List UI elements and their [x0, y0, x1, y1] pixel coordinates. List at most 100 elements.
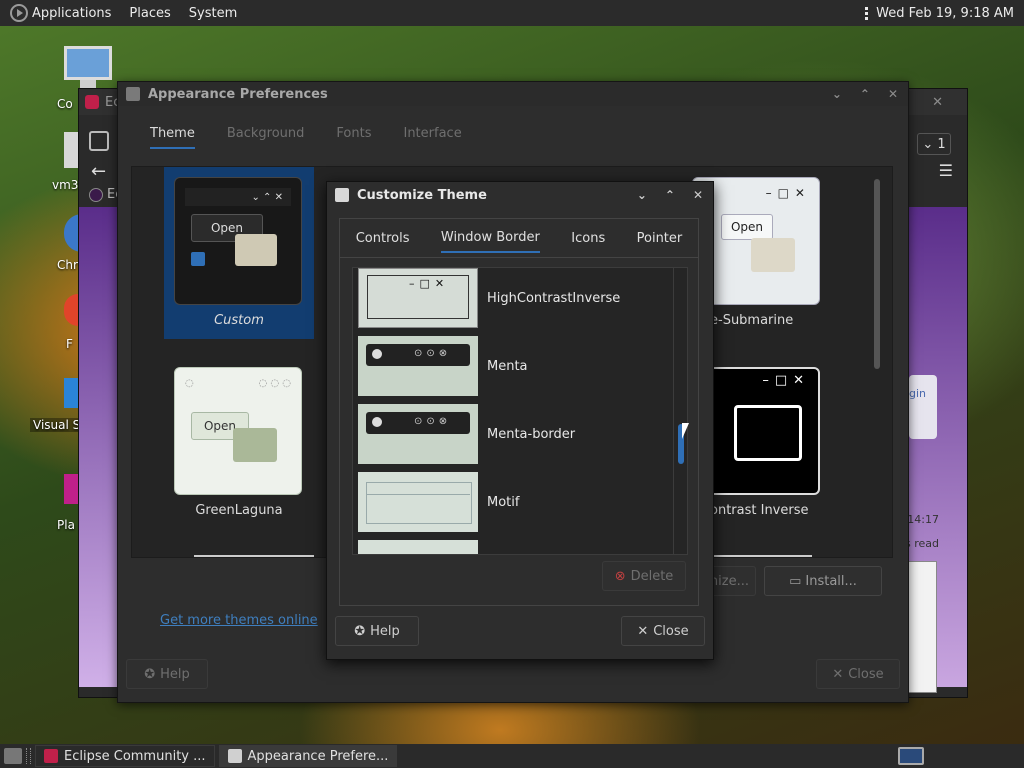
tab-theme[interactable]: Theme — [150, 122, 195, 149]
tab-controls[interactable]: Controls — [356, 225, 410, 252]
folder-icon — [751, 238, 795, 272]
taskbar: Eclipse Community ... Appearance Prefere… — [0, 744, 1024, 768]
maximize-icon[interactable]: ⌃ — [665, 188, 675, 202]
message-time: 14:17 — [907, 513, 939, 526]
theme-list-scrollbar[interactable] — [874, 179, 880, 369]
appearance-close-button[interactable]: ✕ Close — [816, 659, 900, 689]
install-icon: ▭ — [789, 573, 802, 589]
desktop-icon-label-firefox[interactable]: F — [66, 337, 73, 351]
clock[interactable]: Wed Feb 19, 9:18 AM — [876, 6, 1014, 21]
tab-icons[interactable]: Icons — [571, 225, 605, 252]
distro-logo-icon[interactable] — [10, 4, 28, 22]
menta-border-preview: ⊙⊙⊗ — [358, 404, 478, 464]
customize-titlebar[interactable]: Customize Theme ⌄ ⌃ ✕ — [327, 182, 713, 208]
install-button[interactable]: ▭ Install... — [764, 566, 882, 596]
window-border-scrollbar[interactable] — [673, 268, 687, 554]
install-label: Install... — [805, 573, 857, 589]
customize-help-button[interactable]: ✪ Help — [335, 616, 419, 646]
appearance-tabs: Theme Background Fonts Interface — [132, 122, 494, 149]
panel-menu-icon[interactable] — [865, 6, 869, 20]
appearance-task-icon — [227, 749, 242, 763]
folder-icon — [734, 405, 802, 461]
close-icon[interactable]: ✕ — [693, 188, 703, 202]
close-icon[interactable]: ✕ — [888, 87, 898, 101]
window-border-list: –□✕ HighContrastInverse ⊙⊙⊗ Menta ⊙⊙⊗ Me… — [352, 267, 688, 555]
appearance-titlebar[interactable]: Appearance Preferences ⌄ ⌃ ✕ — [118, 82, 908, 106]
help-icon: ✪ — [144, 666, 156, 682]
task-appearance-label: Appearance Prefere... — [247, 748, 389, 764]
desktop-icon-label-app[interactable]: Pla — [57, 518, 75, 532]
file-desktop-icon[interactable] — [64, 132, 78, 168]
list-item[interactable] — [358, 540, 678, 554]
preview-dot — [372, 349, 382, 359]
desktop-icon-label-vm[interactable]: vm3 — [52, 178, 78, 192]
menu-system[interactable]: System — [189, 6, 237, 21]
customize-title: Customize Theme — [357, 187, 487, 203]
login-label: gin — [909, 387, 927, 400]
eclipse-small-icon — [89, 187, 103, 202]
close-x-icon: ✕ — [637, 623, 649, 639]
customize-close-label: Close — [653, 623, 689, 639]
mouse-pointer-icon — [682, 423, 689, 439]
firefox-desktop-icon[interactable] — [64, 294, 78, 326]
computer-desktop-icon[interactable] — [64, 46, 112, 80]
hamburger-menu-icon[interactable]: ☰ — [939, 161, 953, 180]
task-eclipse-label: Eclipse Community ... — [64, 748, 206, 764]
tab-interface[interactable]: Interface — [403, 122, 461, 149]
theme-caption-greenlaguna: GreenLaguna — [195, 503, 283, 518]
desktop-icon-label-chrome[interactable]: Chr — [57, 258, 78, 272]
login-card[interactable]: gin — [909, 375, 937, 439]
appearance-title: Appearance Preferences — [148, 86, 328, 102]
motif-preview — [358, 472, 478, 532]
chevron-down-icon: ⌄ — [922, 136, 934, 152]
counter-button[interactable]: ⌄ 1 — [917, 133, 951, 155]
maximize-icon[interactable]: ⌃ — [860, 87, 870, 101]
appearance-close-label: Close — [848, 666, 884, 682]
read-status: s read — [905, 537, 939, 550]
theme-row-indicator — [194, 555, 314, 557]
desktop-icon-label-computer[interactable]: Co — [57, 97, 73, 111]
item-label: HighContrastInverse — [487, 290, 621, 306]
appearance-app-icon — [126, 87, 140, 101]
customize-close-button[interactable]: ✕ Close — [621, 616, 705, 646]
list-item[interactable]: ⊙⊙⊗ Menta-border — [358, 404, 678, 464]
task-appearance[interactable]: Appearance Prefere... — [218, 745, 398, 767]
customize-button[interactable]: nize... — [708, 566, 756, 596]
customize-tabs: Controls Window Border Icons Pointer — [340, 219, 698, 258]
get-more-themes-link[interactable]: Get more themes online — [160, 613, 318, 628]
theme-thumb-custom[interactable]: ⌄ ⌃ ✕ Open — [174, 177, 302, 305]
theme-caption-submarine: e-Submarine — [710, 313, 794, 328]
item-label: Menta-border — [487, 426, 576, 442]
list-item[interactable]: –□✕ HighContrastInverse — [358, 268, 678, 328]
menu-places[interactable]: Places — [129, 6, 170, 21]
list-item[interactable]: Motif — [358, 472, 678, 532]
show-desktop-icon[interactable] — [4, 748, 22, 764]
close-x-icon: ✕ — [832, 666, 844, 682]
eclipse-toolbar-icon[interactable] — [89, 131, 109, 151]
submarine-preview-open-button: Open — [721, 214, 773, 240]
tab-background[interactable]: Background — [227, 122, 305, 149]
tab-fonts[interactable]: Fonts — [336, 122, 371, 149]
greenlaguna-preview-titlebar: ◌ ◌ ◌ ◌ — [185, 378, 291, 389]
delete-button[interactable]: ⊗ Delete — [602, 561, 686, 591]
task-eclipse[interactable]: Eclipse Community ... — [35, 745, 215, 767]
menu-applications[interactable]: Applications — [32, 6, 111, 21]
minimize-icon[interactable]: ⌄ — [832, 87, 842, 101]
tab-window-border[interactable]: Window Border — [440, 224, 540, 253]
vscode-desktop-icon[interactable] — [64, 378, 78, 408]
customize-label: nize... — [709, 573, 749, 589]
list-item[interactable]: ⊙⊙⊗ Menta — [358, 336, 678, 396]
eclipse-task-icon — [44, 749, 58, 763]
taskbar-handle[interactable] — [26, 748, 31, 764]
theme-thumb-greenlaguna[interactable]: ◌ ◌ ◌ ◌ Open — [174, 367, 302, 495]
top-panel: Applications Places System Wed Feb 19, 9… — [0, 0, 1024, 26]
workspace-switcher[interactable] — [898, 747, 924, 765]
app-desktop-icon[interactable] — [64, 474, 78, 504]
desktop-icon-label-vscode[interactable]: Visual S — [30, 418, 84, 432]
tab-pointer[interactable]: Pointer — [637, 225, 683, 252]
appearance-help-button[interactable]: ✪ Help — [126, 659, 208, 689]
back-arrow-icon[interactable]: ← — [91, 161, 106, 182]
minimize-icon[interactable]: ⌄ — [637, 188, 647, 202]
item-label: Menta — [487, 358, 528, 374]
preview-titlebar — [366, 482, 470, 495]
